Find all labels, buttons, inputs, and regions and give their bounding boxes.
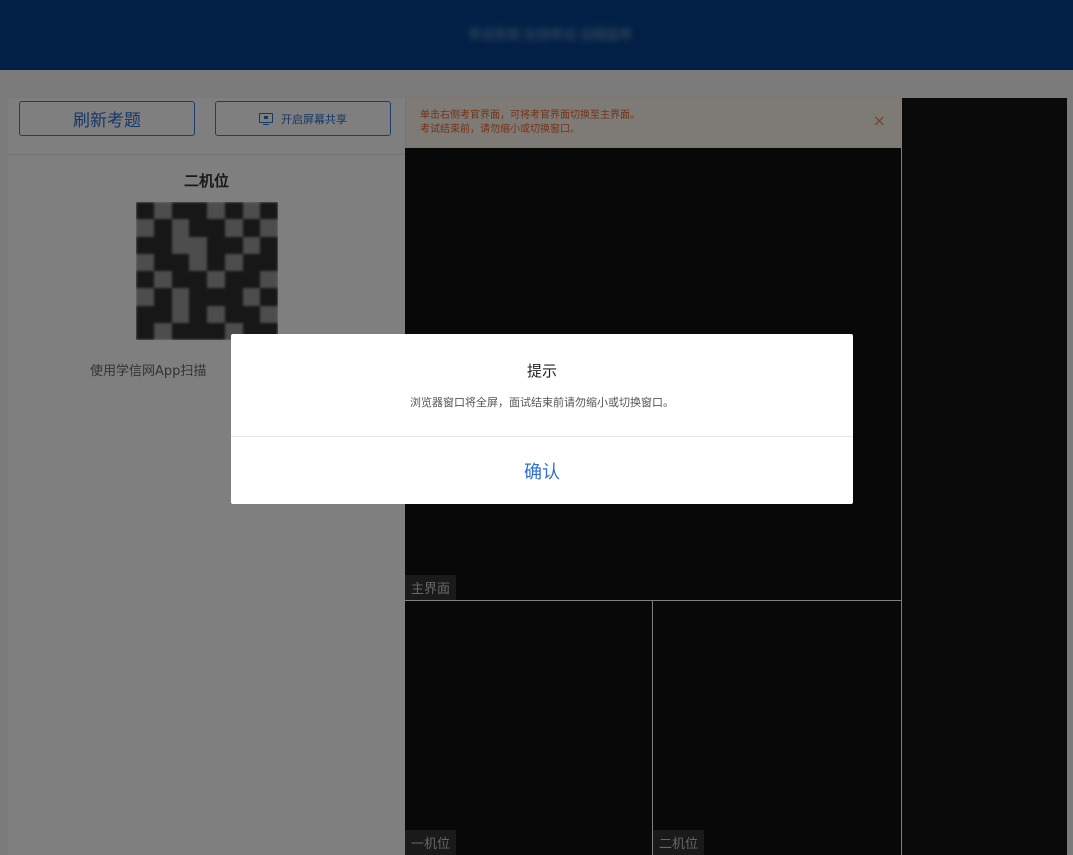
confirm-dialog: 提示 浏览器窗口将全屏，面试结束前请勿缩小或切换窗口。 确认 xyxy=(231,334,853,504)
dialog-title: 提示 xyxy=(526,362,557,380)
dialog-message: 浏览器窗口将全屏，面试结束前请勿缩小或切换窗口。 xyxy=(410,396,674,409)
confirm-button[interactable]: 确认 xyxy=(231,437,853,504)
